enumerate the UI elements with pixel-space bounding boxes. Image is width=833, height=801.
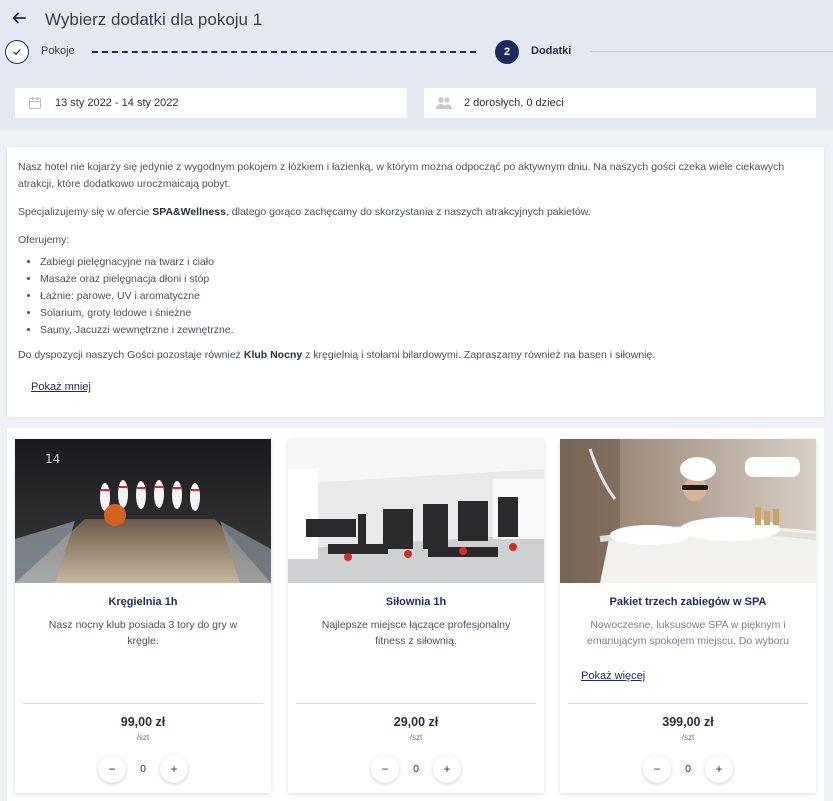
increase-button[interactable]: + <box>433 755 461 783</box>
offer-description: Nowoczesne, luksusowe SPA w pięknym i em… <box>587 619 789 647</box>
offer-list: Zabiegi pielęgnacyjne na twarz i ciało M… <box>40 254 813 339</box>
description-paragraph: Nasz hotel nie kojarzy się jedynie z wyg… <box>18 161 785 190</box>
quantity-value: 0 <box>685 763 691 775</box>
quantity-stepper: − 0 + <box>371 755 461 783</box>
offer-card: Pakiet trzech zabiegów w SPA Nowoczesne,… <box>560 439 816 793</box>
gym-image <box>288 439 544 583</box>
increase-button[interactable]: + <box>160 755 188 783</box>
list-item: Solarium, groty lodowe i śnieżne <box>40 305 813 322</box>
decrease-button[interactable]: − <box>98 755 126 783</box>
offer-title: Pakiet trzech zabiegów w SPA <box>609 596 767 608</box>
offer-description: Nasz nocny klub posiada 3 tory do gry w … <box>48 619 238 647</box>
spa-image <box>560 439 816 583</box>
hotel-description: Nasz hotel nie kojarzy się jedynie z wyg… <box>7 147 824 417</box>
decrease-button[interactable]: − <box>643 755 671 783</box>
users-icon <box>424 96 464 110</box>
quantity-value: 0 <box>140 763 146 775</box>
list-item: Łaźnie: parowe, UV i aromatyczne <box>40 288 813 305</box>
svg-text:14: 14 <box>45 452 60 466</box>
step-1-label[interactable]: Pokoje <box>41 45 75 57</box>
offer-price: 29,00 zł <box>393 715 439 729</box>
bowling-image: 14 <box>15 439 271 583</box>
list-item: Masaże oraz pielęgnacja dłoni i stóp <box>40 271 813 288</box>
divider <box>23 703 263 704</box>
arrow-left-icon[interactable] <box>10 9 28 27</box>
list-item: Zabiegi pielęgnacyjne na twarz i ciało <box>40 254 813 271</box>
quantity-stepper: − 0 + <box>98 755 188 783</box>
list-item: Sauny, Jacuzzi wewnętrzne i zewnętrzne. <box>40 322 813 339</box>
increase-button[interactable]: + <box>705 755 733 783</box>
offer-card: Siłownia 1h Najlepsze miejsce łączące pr… <box>288 439 544 793</box>
show-more-link[interactable]: Pokaż więcej <box>581 670 645 682</box>
offer-list-heading: Oferujemy: <box>18 234 70 246</box>
offer-price: 99,00 zł <box>120 715 166 729</box>
price-unit: /szt <box>681 733 695 742</box>
offer-description: Najlepsze miejsce łączące profesjonalny … <box>321 619 511 647</box>
calendar-icon <box>15 96 55 110</box>
show-less-link[interactable]: Pokaż mniej <box>31 379 91 396</box>
offer-card: 14 Kręgielnia 1h Nasz nocny klub posiada… <box>15 439 271 793</box>
quantity-value: 0 <box>413 763 419 775</box>
step-remaining-line <box>590 51 833 52</box>
price-unit: /szt <box>409 733 423 742</box>
step-1-check-icon[interactable] <box>5 40 29 64</box>
divider <box>568 703 808 704</box>
step-2-number: 2 <box>495 40 519 64</box>
description-paragraph: Specjalizujemy się w ofercie SPA&Wellnes… <box>18 206 591 218</box>
date-range-field[interactable]: 13 sty 2022 - 14 sty 2022 <box>15 88 407 118</box>
date-range-value: 13 sty 2022 - 14 sty 2022 <box>55 97 179 109</box>
offer-title: Kręgielnia 1h <box>108 596 178 608</box>
price-unit: /szt <box>136 733 150 742</box>
page-title: Wybierz dodatki dla pokoju 1 <box>45 10 263 29</box>
divider <box>296 703 536 704</box>
offer-title: Siłownia 1h <box>385 596 447 608</box>
guests-value: 2 dorosłych, 0 dzieci <box>464 97 564 109</box>
guests-field[interactable]: 2 dorosłych, 0 dzieci <box>424 88 816 118</box>
quantity-stepper: − 0 + <box>643 755 733 783</box>
decrease-button[interactable]: − <box>371 755 399 783</box>
step-2-label: Dodatki <box>531 45 572 57</box>
step-progress-dotted-line <box>92 51 476 53</box>
description-paragraph: Do dyspozycji naszych Gości pozostaje ró… <box>18 349 656 361</box>
offer-price: 399,00 zł <box>662 715 714 729</box>
